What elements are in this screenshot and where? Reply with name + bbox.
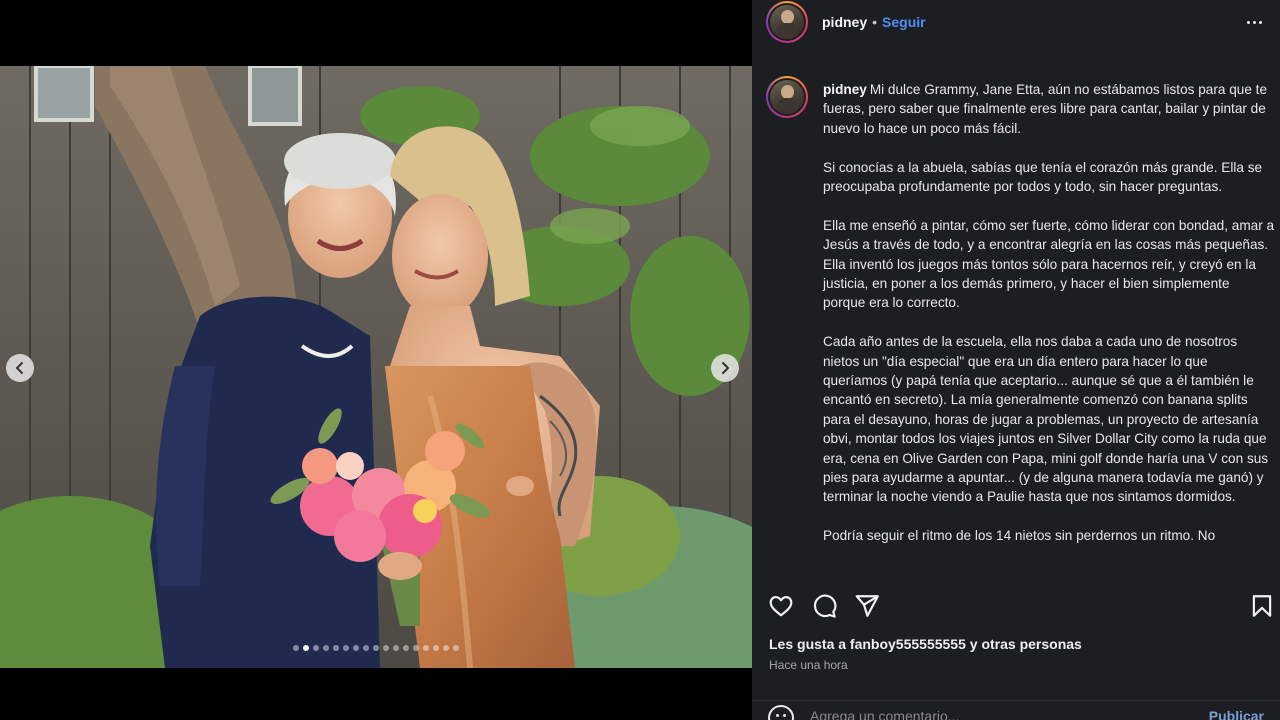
post-header: pidney • Seguir [752,0,1280,44]
carousel-dot [303,645,309,651]
caption-username[interactable]: pidney [823,82,867,97]
publish-button[interactable]: Publicar [1209,708,1264,720]
carousel-dot [403,645,409,651]
like-button[interactable] [767,592,795,620]
action-bar [752,590,1280,620]
photo-image [0,66,752,668]
bookmark-icon [1252,595,1272,617]
chevron-right-icon [722,362,729,374]
carousel-dot [373,645,379,651]
carousel-dot [333,645,339,651]
caption-paragraph: Mi dulce Grammy, Jane Etta, aún no estáb… [823,82,1267,136]
send-icon [855,595,879,617]
caption-section[interactable]: pidney Mi dulce Grammy, Jane Etta, aún no… [752,66,1280,576]
caption-paragraph: Cada año antes de la escuela, ella nos d… [823,334,1269,505]
post-photo[interactable] [0,66,752,668]
carousel-prev-button[interactable] [6,354,34,382]
carousel-dot [413,645,419,651]
carousel-dot [453,645,459,651]
caption-avatar[interactable] [766,76,808,118]
heart-icon [769,596,793,617]
likes-summary[interactable]: Les gusta a fanboy555555555 y otras pers… [769,636,1082,652]
carousel-dot [443,645,449,651]
caption-paragraph: Podría seguir el ritmo de los 14 nietos … [823,528,1216,544]
author-avatar[interactable] [766,1,808,43]
comment-bubble-icon [813,594,837,618]
carousel-dot [323,645,329,651]
author-username[interactable]: pidney [822,14,867,30]
comment-button[interactable] [810,592,838,620]
carousel-next-button[interactable] [711,354,739,382]
carousel-dot [293,645,299,651]
caption-text: pidney Mi dulce Grammy, Jane Etta, aún no… [823,80,1275,565]
comment-input[interactable] [810,708,1190,720]
smiley-icon[interactable] [768,705,794,720]
post-media [0,0,752,720]
follow-button[interactable]: Seguir [882,14,926,30]
comment-bar: Publicar [752,700,1280,720]
carousel-dot [353,645,359,651]
caption-paragraph: Ella me enseñó a pintar, cómo ser fuerte… [823,217,1275,311]
carousel-dot [383,645,389,651]
carousel-dot [363,645,369,651]
carousel-dot [423,645,429,651]
carousel-dot [393,645,399,651]
more-options-icon[interactable] [1242,10,1266,34]
chevron-left-icon [16,362,23,374]
caption-fade [752,562,1280,576]
post-panel: pidney • Seguir pidney Mi dulce Grammy, J… [752,0,1280,720]
save-button[interactable] [1248,592,1276,620]
carousel-dot [433,645,439,651]
carousel-dots [0,645,752,651]
post-timestamp: Hace una hora [769,658,848,672]
carousel-dot [313,645,319,651]
separator-dot: • [872,14,878,30]
share-button[interactable] [853,592,881,620]
carousel-dot [343,645,349,651]
caption-paragraph: Si conocías a la abuela, sabías que tení… [823,159,1263,195]
